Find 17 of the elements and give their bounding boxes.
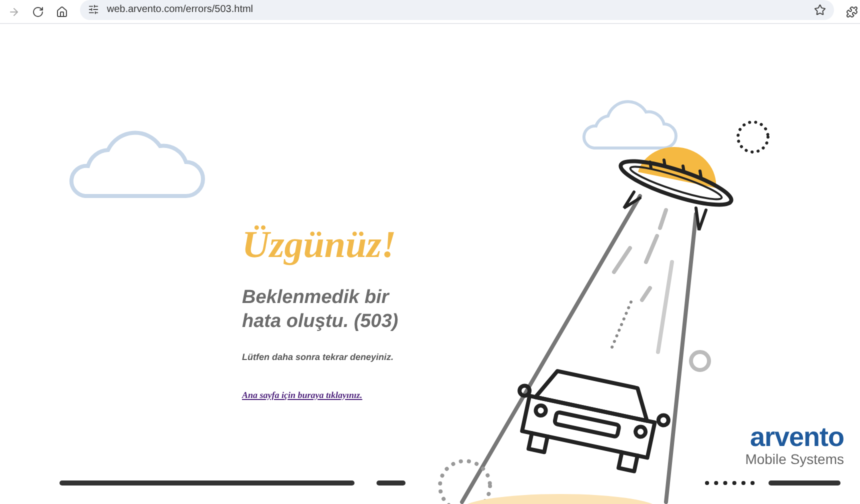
error-message: hata oluştu. (503) (242, 310, 398, 334)
ring-drawing (689, 350, 711, 372)
reload-icon[interactable] (32, 6, 44, 18)
logo-wordmark: arvento (750, 423, 844, 451)
address-bar[interactable]: web.arvento.com/errors/503.html (80, 0, 834, 20)
home-icon[interactable] (56, 6, 68, 18)
error-title: Üzgünüz! (242, 223, 396, 268)
dotted-circle-drawing (438, 459, 492, 504)
site-settings-icon[interactable] (88, 4, 99, 15)
dotted-circle-drawing (736, 120, 770, 154)
url-text: web.arvento.com/errors/503.html (106, 3, 254, 17)
error-message: Beklenmedik bir (242, 286, 390, 310)
retry-hint: Lütfen daha sonra tekrar deneyiniz. (242, 351, 394, 364)
home-link[interactable]: Ana sayfa için buraya tıklayınız. (242, 388, 362, 402)
logo-tagline: Mobile Systems (745, 451, 844, 467)
extensions-icon[interactable] (846, 6, 858, 18)
bookmark-star-icon[interactable] (814, 4, 826, 16)
